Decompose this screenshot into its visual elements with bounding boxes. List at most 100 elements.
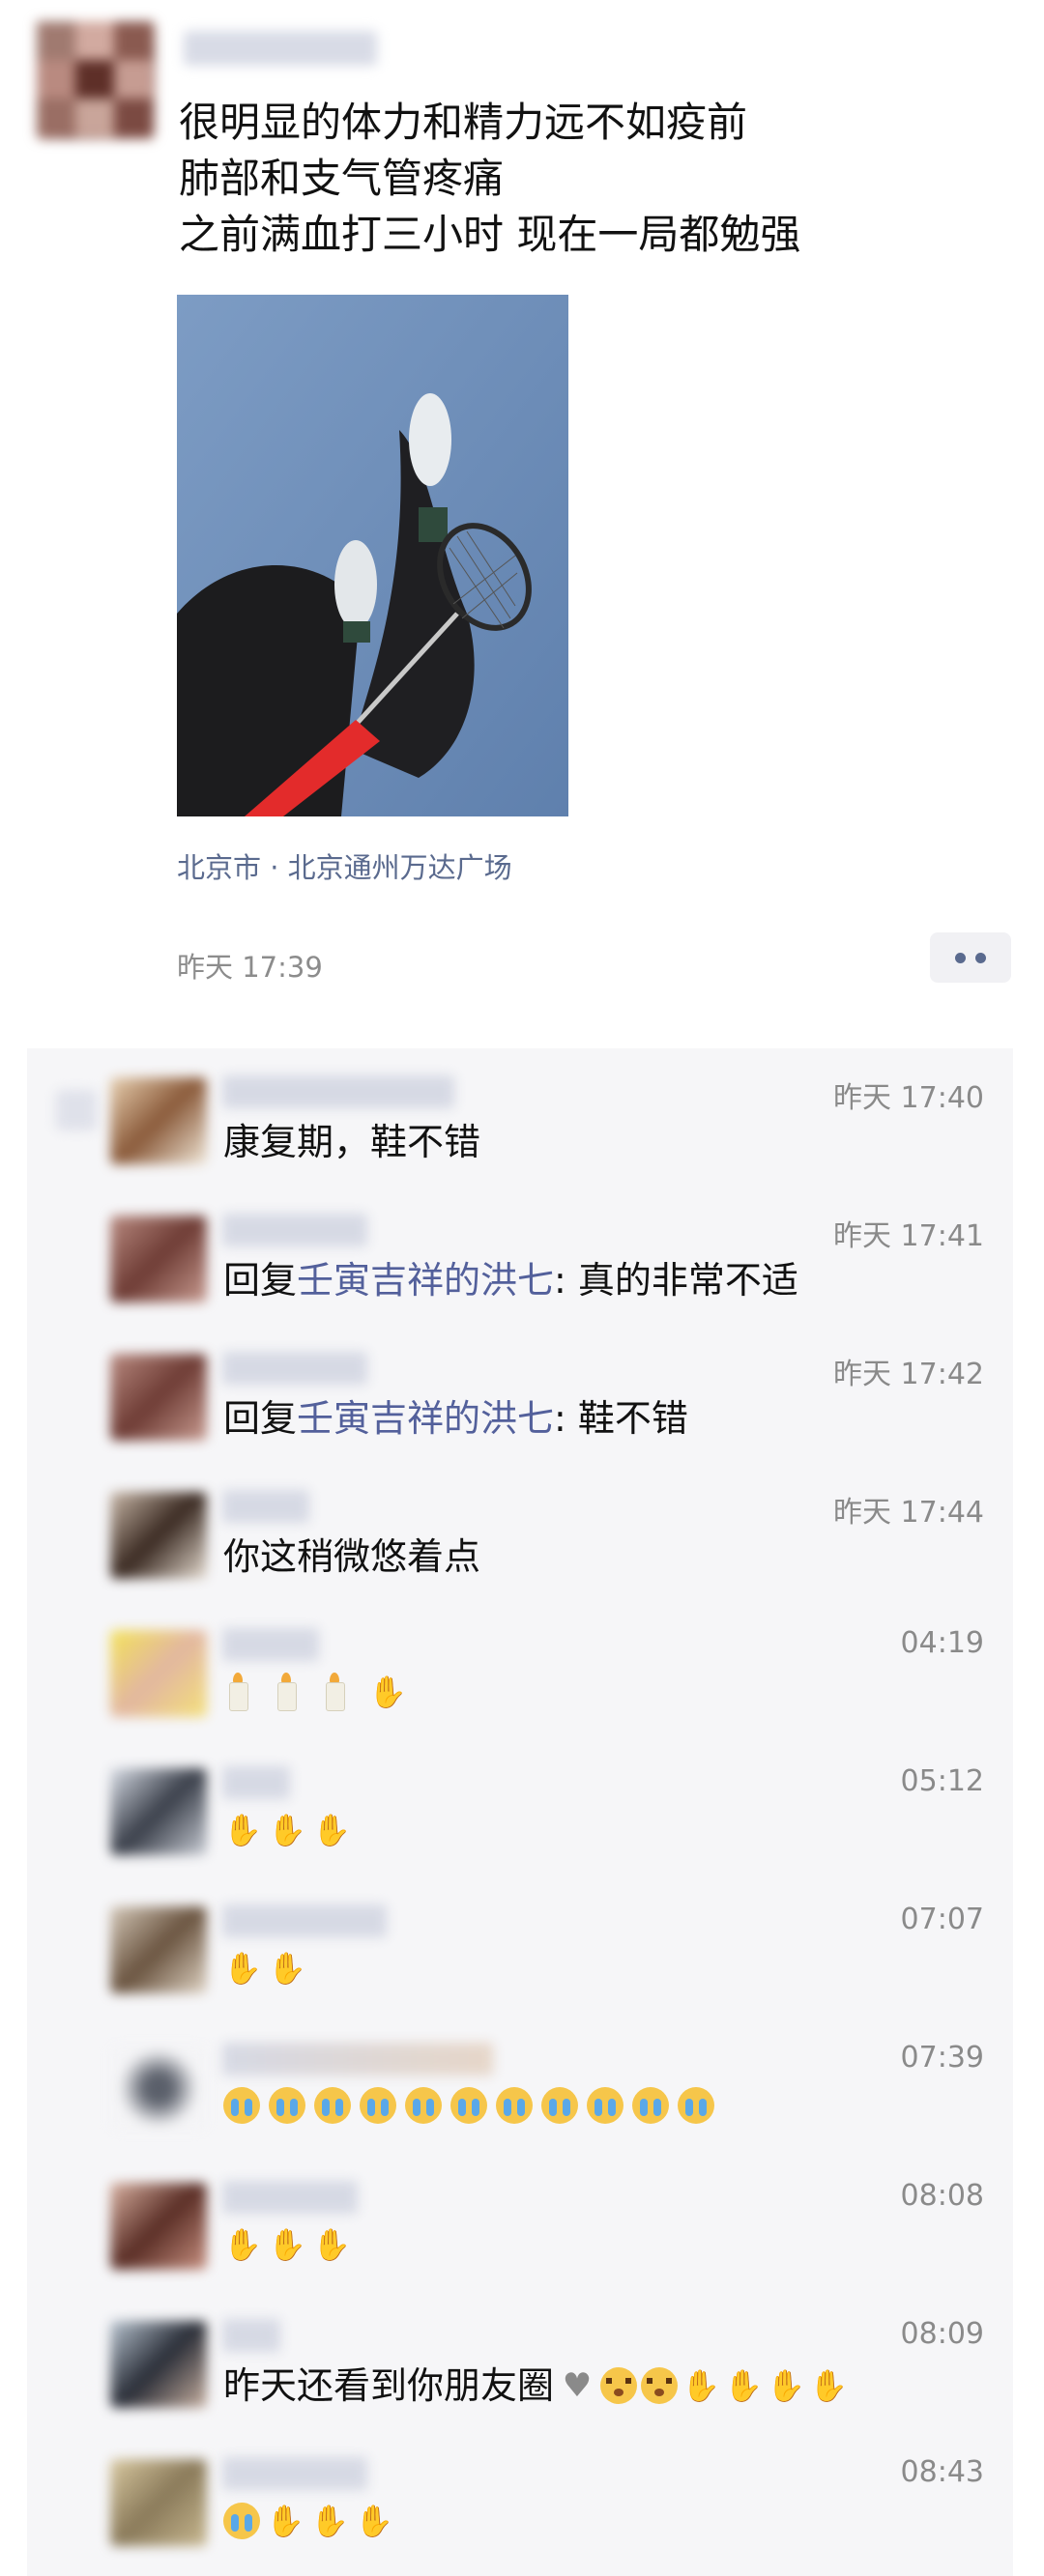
comment-text: 你这稍微悠着点: [223, 1535, 481, 1578]
more-options-button[interactable]: [930, 932, 1011, 983]
commenter-avatar[interactable]: [110, 2045, 207, 2132]
commenter-name-blurred[interactable]: [222, 1490, 309, 1523]
crying-face-icon: [360, 2087, 396, 2124]
comment-time: 04:19: [900, 1626, 984, 1660]
pray-icon: ✋: [312, 2226, 351, 2263]
crying-face-icon: [541, 2087, 578, 2124]
pray-icon: ✋: [268, 2226, 306, 2263]
comment-item[interactable]: 昨天 17:41 回复壬寅吉祥的洪七: 真的非常不适: [27, 1187, 1013, 1325]
comment-item[interactable]: 08:09 昨天还看到你朋友圈 ♥ ✋ ✋ ✋ ✋: [27, 2292, 1013, 2430]
crying-face-icon: [496, 2087, 533, 2124]
commenter-avatar[interactable]: [110, 1492, 207, 1579]
comment-item[interactable]: 昨天 17:42 回复壬寅吉祥的洪七: 鞋不错: [27, 1325, 1013, 1463]
comment-time: 08:43: [900, 2455, 984, 2489]
commenter-avatar[interactable]: [110, 2321, 207, 2408]
comment-time: 08:08: [900, 2179, 984, 2213]
pray-icon: ✋: [268, 1812, 306, 1848]
poster-avatar[interactable]: [37, 21, 155, 139]
crying-face-icon: [587, 2087, 624, 2124]
commenter-avatar[interactable]: [110, 1630, 207, 1717]
comment-emoji-row: ✋: [223, 1673, 407, 1711]
comment-time: 07:07: [900, 1903, 984, 1936]
crying-face-icon: [314, 2087, 351, 2124]
reply-separator: :: [554, 1397, 578, 1440]
commenter-avatar[interactable]: [110, 2183, 207, 2270]
post-text-line-2: 肺部和支气管疼痛: [179, 155, 505, 202]
more-dots-icon-dot: [975, 952, 986, 963]
comment-emoji-row: ✋ ✋: [223, 1949, 306, 1988]
crying-face-icon: [450, 2087, 487, 2124]
comment-emoji-row: ✋ ✋ ✋: [223, 2225, 351, 2264]
candle-icon: [223, 1673, 252, 1711]
comment-item[interactable]: 04:19 ✋: [27, 1601, 1013, 1739]
commenter-name-blurred[interactable]: [222, 1214, 367, 1246]
broken-heart-icon: ♥: [562, 2366, 593, 2405]
comment-emoji-row: ✋ ✋ ✋: [223, 2502, 393, 2540]
commenter-name-blurred[interactable]: [222, 1766, 290, 1799]
comment-time: 05:12: [900, 1764, 984, 1798]
commenter-name-blurred[interactable]: [222, 1075, 454, 1108]
poster-name-blurred[interactable]: [184, 31, 377, 66]
comment-time: 08:09: [900, 2317, 984, 2351]
post-text-line-3: 之前满血打三小时 现在一局都勉强: [179, 211, 801, 258]
comment-item[interactable]: 昨天 17:40 康复期，鞋不错: [27, 1048, 1013, 1187]
comment-text: 昨天还看到你朋友圈: [223, 2364, 555, 2407]
commenter-name-blurred[interactable]: [222, 2043, 493, 2075]
commenter-name-blurred[interactable]: [222, 1904, 387, 1937]
commenter-avatar[interactable]: [110, 2459, 207, 2546]
comment-section: 昨天 17:40 康复期，鞋不错 昨天 17:41 回复壬寅吉祥的洪七: 真的非…: [27, 1048, 1013, 2576]
comment-time: 昨天 17:41: [833, 1219, 984, 1253]
pray-icon: ✋: [310, 2503, 349, 2539]
commenter-name-blurred[interactable]: [222, 2319, 280, 2352]
comment-item[interactable]: 07:39: [27, 2016, 1013, 2154]
crying-face-icon: [223, 2087, 260, 2124]
reply-prefix: 回复: [223, 1259, 298, 1302]
post-photo[interactable]: [177, 295, 568, 816]
commenter-name-blurred[interactable]: [222, 2181, 358, 2214]
reply-body: 真的非常不适: [577, 1259, 798, 1302]
pray-icon: ✋: [809, 2367, 848, 2404]
commenter-avatar[interactable]: [110, 1906, 207, 1993]
comment-item[interactable]: 08:43 ✋ ✋ ✋: [27, 2430, 1013, 2568]
comment-time: 昨天 17:42: [833, 1358, 984, 1391]
reply-to-link[interactable]: 壬寅吉祥的洪七: [297, 1259, 554, 1302]
pray-icon: ✋: [724, 2367, 763, 2404]
commenter-avatar[interactable]: [110, 1216, 207, 1302]
pray-icon: ✋: [223, 2226, 262, 2263]
comment-item[interactable]: 08:08 ✋ ✋ ✋: [27, 2154, 1013, 2292]
post-text-line-1: 很明显的体力和精力远不如疫前: [179, 99, 748, 146]
comment-text: 回复壬寅吉祥的洪七: 鞋不错: [223, 1396, 688, 1441]
commenter-avatar[interactable]: [110, 1768, 207, 1855]
reply-prefix: 回复: [223, 1397, 298, 1440]
pray-icon: ✋: [355, 2503, 393, 2539]
pray-icon: ✋: [312, 1812, 351, 1848]
reply-to-link[interactable]: 壬寅吉祥的洪七: [297, 1397, 554, 1440]
flushed-face-icon: [600, 2367, 638, 2404]
comment-item[interactable]: 昨天 17:44 你这稍微悠着点: [27, 1463, 1013, 1601]
pray-icon: ✋: [266, 2503, 304, 2539]
commenter-name-blurred[interactable]: [222, 1628, 319, 1661]
reply-body: 鞋不错: [577, 1397, 688, 1440]
pray-icon: ✋: [223, 1950, 262, 1987]
commenter-avatar[interactable]: [110, 1077, 207, 1164]
comment-time: 昨天 17:40: [833, 1081, 984, 1115]
crying-face-icon: [632, 2087, 669, 2124]
comment-item[interactable]: 07:07 ✋ ✋: [27, 1877, 1013, 2016]
crying-face-icon: [405, 2087, 442, 2124]
candle-icon: [320, 1673, 349, 1711]
commenter-avatar[interactable]: [110, 1354, 207, 1441]
post-location[interactable]: 北京市 · 北京通州万达广场: [177, 845, 512, 886]
comment-time: 07:39: [900, 2041, 984, 2075]
commenter-name-blurred[interactable]: [222, 1352, 367, 1385]
candle-icon: [272, 1673, 301, 1711]
crying-face-icon: [223, 2503, 260, 2539]
comment-emoji-row: [223, 2087, 714, 2124]
comment-time: 昨天 17:44: [833, 1496, 984, 1530]
pray-icon: ✋: [767, 2367, 805, 2404]
commenter-name-blurred[interactable]: [222, 2457, 367, 2490]
pray-icon: ✋: [223, 1812, 262, 1848]
comment-text: 回复壬寅吉祥的洪七: 真的非常不适: [223, 1258, 798, 1302]
flushed-face-icon: [641, 2367, 679, 2404]
comment-emoji-row: ✋ ✋ ✋: [223, 1811, 351, 1849]
comment-item[interactable]: 05:12 ✋ ✋ ✋: [27, 1739, 1013, 1877]
